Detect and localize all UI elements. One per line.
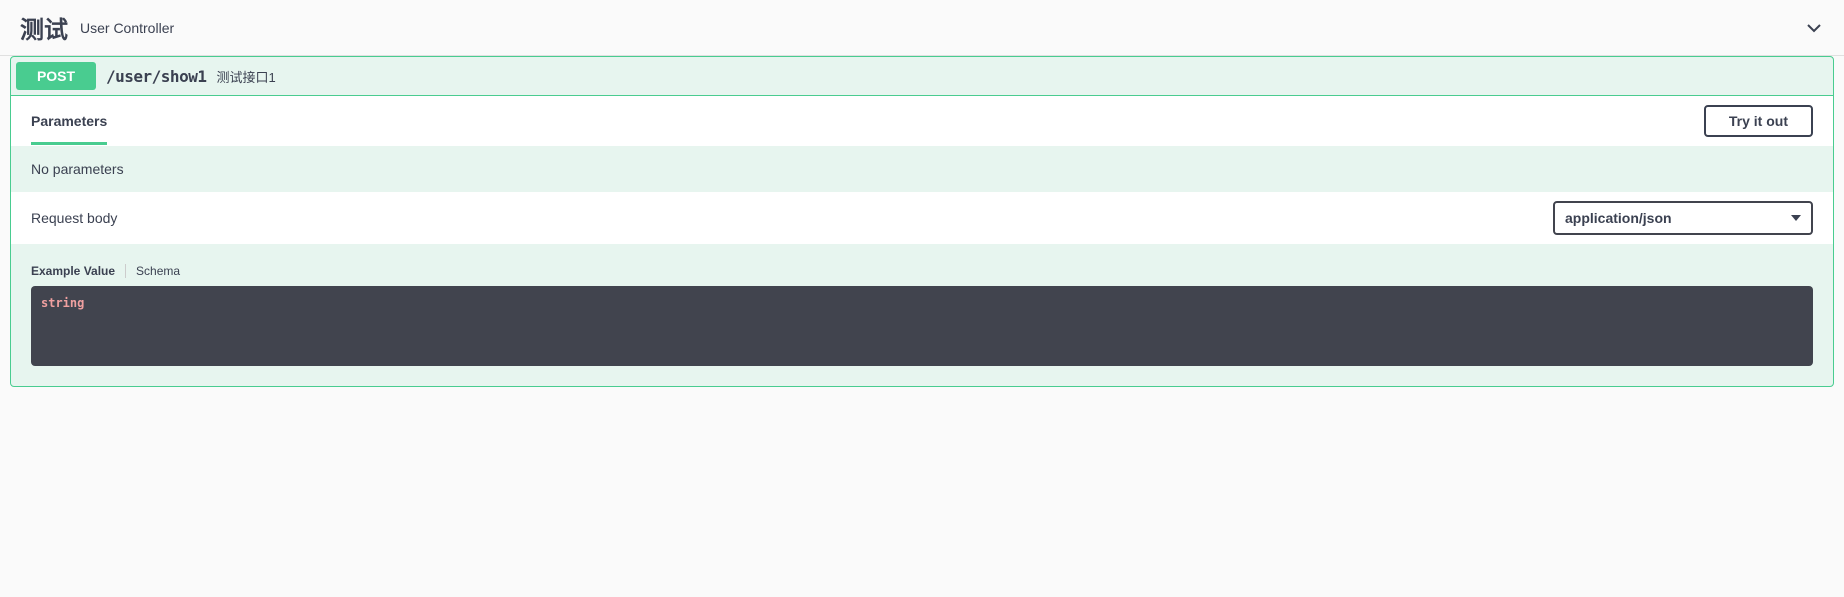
parameters-title: Parameters [31,97,107,145]
operation-block: POST /user/show1 测试接口1 Parameters Try it… [10,56,1834,387]
request-body-header: Request body application/json [11,192,1833,244]
no-parameters-text: No parameters [11,146,1833,192]
http-method-badge: POST [16,62,96,90]
tag-description: User Controller [80,20,1804,36]
content-type-select-wrap: application/json [1553,201,1813,235]
chevron-down-icon[interactable] [1804,18,1824,38]
tab-schema[interactable]: Schema [136,264,190,278]
operation-path: /user/show1 [106,67,206,86]
content-type-select[interactable]: application/json [1553,201,1813,235]
body-tabs: Example Value Schema [31,264,1813,278]
try-it-out-button[interactable]: Try it out [1704,105,1813,137]
operation-body: Parameters Try it out No parameters Requ… [11,95,1833,386]
tab-separator [125,264,126,278]
example-value-box[interactable]: string [31,286,1813,366]
tag-title: 测试 [20,10,68,45]
request-body-content: Example Value Schema string [11,244,1833,386]
tab-example-value[interactable]: Example Value [31,264,125,278]
tag-header[interactable]: 测试 User Controller [0,0,1844,56]
api-container: 测试 User Controller POST /user/show1 测试接口… [0,0,1844,387]
operation-summary[interactable]: POST /user/show1 测试接口1 [11,57,1833,95]
example-value-text: string [41,296,84,310]
request-body-title: Request body [31,210,1553,226]
operation-description: 测试接口1 [216,67,275,86]
parameters-header: Parameters Try it out [11,96,1833,146]
